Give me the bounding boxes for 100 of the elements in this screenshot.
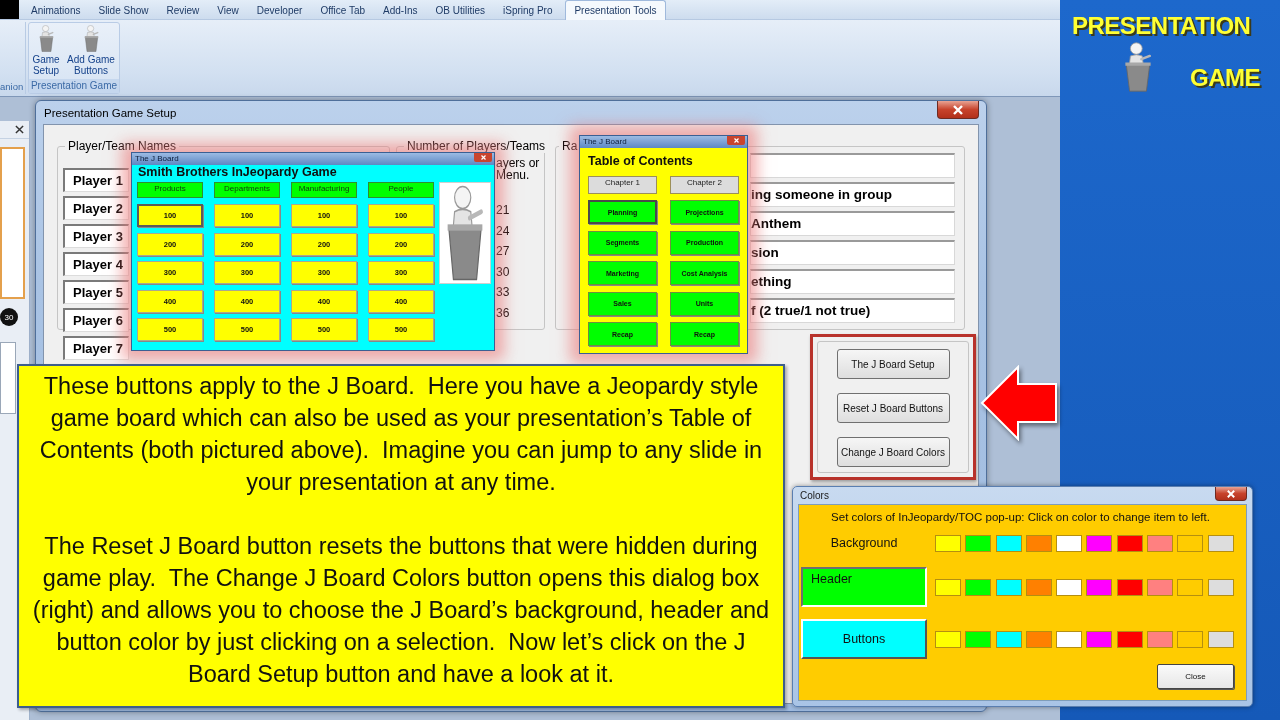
close-button[interactable] bbox=[474, 153, 492, 162]
ribbon-tab[interactable]: Developer bbox=[247, 0, 312, 19]
logo-text: PRESENTATION bbox=[1072, 12, 1251, 40]
color-swatch[interactable] bbox=[1025, 534, 1052, 552]
preview-button[interactable]: Buttons bbox=[801, 619, 927, 659]
ribbon-tab[interactable]: Presentation Tools bbox=[565, 0, 666, 20]
color-swatch[interactable] bbox=[995, 578, 1022, 596]
ribbon-tab[interactable]: iSpring Pro bbox=[494, 0, 562, 19]
ribbon-tab[interactable]: View bbox=[208, 0, 248, 19]
color-swatch[interactable] bbox=[1207, 578, 1234, 596]
name-field[interactable]: Player 1 bbox=[63, 168, 129, 192]
color-swatch[interactable] bbox=[1147, 578, 1174, 596]
row-label: Background bbox=[830, 536, 898, 550]
instruction-text: Set colors of InJeopardy/TOC pop-up: Click on color to change item to left. bbox=[831, 510, 1210, 525]
color-swatch[interactable] bbox=[965, 578, 992, 596]
name-field[interactable]: Player 5 bbox=[63, 280, 129, 304]
color-swatch[interactable] bbox=[1207, 534, 1234, 552]
color-swatch[interactable] bbox=[1207, 630, 1234, 648]
name-field[interactable]: Player 2 bbox=[63, 196, 129, 220]
ribbon-tab[interactable]: Animations bbox=[22, 0, 90, 19]
close-icon bbox=[733, 138, 739, 143]
color-field[interactable]: Header bbox=[801, 567, 927, 607]
color-swatch[interactable] bbox=[1147, 534, 1174, 552]
ribbon-tab[interactable]: OB Utilities bbox=[426, 0, 494, 19]
ribbon-button[interactable]: Add Game Buttons bbox=[64, 25, 118, 76]
window-title: The J Board bbox=[582, 136, 627, 148]
color-swatch[interactable] bbox=[1177, 534, 1204, 552]
group-label: Ra bbox=[561, 139, 579, 153]
ribbon-tab[interactable]: Slide Show bbox=[89, 0, 158, 19]
color-swatch[interactable] bbox=[1025, 630, 1052, 648]
color-swatch[interactable] bbox=[1177, 578, 1204, 596]
category-header: People bbox=[368, 182, 434, 198]
text-field[interactable] bbox=[750, 153, 955, 178]
close-button[interactable] bbox=[937, 101, 979, 119]
close-icon bbox=[953, 104, 963, 115]
group-label: Number of Players/Teams bbox=[406, 139, 547, 153]
close-icon[interactable] bbox=[15, 125, 24, 134]
dialog-button[interactable]: Change J Board Colors bbox=[836, 437, 950, 467]
text-field[interactable]: sion bbox=[750, 240, 955, 265]
category-header: Manufacturing bbox=[291, 182, 357, 198]
window-title: Colors bbox=[799, 489, 829, 503]
text-field[interactable]: ing someone in group bbox=[750, 182, 955, 207]
name-field[interactable]: Player 3 bbox=[63, 224, 129, 248]
name-field[interactable]: Player 4 bbox=[63, 252, 129, 276]
count-option: 24 bbox=[496, 220, 510, 241]
podium-figure-icon bbox=[82, 25, 100, 52]
color-swatch[interactable] bbox=[1177, 630, 1204, 648]
color-swatch[interactable] bbox=[935, 630, 961, 648]
category-header: Departments bbox=[214, 182, 280, 198]
color-swatch[interactable] bbox=[1056, 630, 1083, 648]
color-swatch[interactable] bbox=[1086, 578, 1113, 596]
callout-text: The Reset J Board button resets the buttons that were hidden during game play. The Change J Board Colors button opens this dialog box (right) and allows you to choose the J Board’s background, header and button color by just clicking on a selection. Now let’s click on the J Board Setup button and have a look at it. bbox=[31, 532, 771, 689]
dialog-button[interactable]: Reset J Board Buttons bbox=[836, 393, 950, 423]
ribbon-tab[interactable]: Add-Ins bbox=[374, 0, 427, 19]
podium-figure-drawing bbox=[1122, 42, 1154, 92]
window-title: Presentation Game Setup bbox=[44, 106, 177, 119]
color-swatch[interactable] bbox=[995, 534, 1022, 552]
color-swatch[interactable] bbox=[1116, 578, 1143, 596]
text-field[interactable]: Anthem bbox=[750, 211, 955, 236]
color-swatch[interactable] bbox=[1116, 534, 1143, 552]
dialog-button[interactable]: The J Board Setup bbox=[836, 349, 950, 379]
category-header: Products bbox=[137, 182, 203, 198]
color-swatch[interactable] bbox=[935, 534, 961, 552]
board-title: Table of Contents bbox=[588, 153, 693, 169]
chapter-header: Chapter 2 bbox=[670, 176, 739, 194]
group-label: anion bbox=[0, 81, 24, 93]
count-option: 27 bbox=[496, 241, 510, 262]
color-swatch[interactable] bbox=[935, 578, 961, 596]
close-button[interactable] bbox=[727, 136, 745, 145]
color-swatch[interactable] bbox=[1147, 630, 1174, 648]
color-swatch[interactable] bbox=[1086, 534, 1113, 552]
note-text: Menu. bbox=[496, 169, 530, 181]
ribbon-tab[interactable]: Review bbox=[157, 0, 209, 19]
color-swatch[interactable] bbox=[1086, 630, 1113, 648]
close-icon bbox=[1227, 489, 1235, 498]
count-option: 33 bbox=[496, 282, 510, 303]
close-button[interactable] bbox=[1215, 487, 1247, 501]
color-swatch[interactable] bbox=[995, 630, 1022, 648]
name-field[interactable]: Player 7 bbox=[63, 336, 129, 360]
color-swatch[interactable] bbox=[965, 534, 992, 552]
text-field[interactable]: ething bbox=[750, 269, 955, 294]
color-swatch[interactable] bbox=[1056, 578, 1083, 596]
color-swatch[interactable] bbox=[1056, 534, 1083, 552]
callout-text: These buttons apply to the J Board. Here you have a Jeopardy style game board which can also be used as your presentation’s Table of Contents (both pictured above). Imagine you can jump to any slide in your presentation at any time. bbox=[38, 372, 764, 497]
name-field[interactable]: Player 6 bbox=[63, 308, 129, 332]
board-title: Smith Brothers InJeopardy Game bbox=[138, 164, 337, 180]
ribbon-button[interactable]: Game Setup bbox=[30, 25, 62, 76]
podium-figure-icon bbox=[37, 25, 55, 52]
note-text: ayers or bbox=[496, 157, 540, 169]
color-swatch[interactable] bbox=[1116, 630, 1143, 648]
logo-text: GAME bbox=[1190, 64, 1260, 92]
slide-thumbnail[interactable] bbox=[0, 147, 25, 299]
color-swatch[interactable] bbox=[1025, 578, 1052, 596]
count-option: 30 bbox=[496, 261, 510, 282]
close-button[interactable]: Close bbox=[1157, 664, 1234, 689]
slide-thumbnail[interactable] bbox=[0, 342, 16, 414]
ribbon-tab[interactable]: Office Tab bbox=[311, 0, 375, 19]
color-swatch[interactable] bbox=[965, 630, 992, 648]
window-title: The J Board bbox=[134, 153, 179, 165]
text-field[interactable]: f (2 true/1 not true) bbox=[750, 298, 955, 323]
